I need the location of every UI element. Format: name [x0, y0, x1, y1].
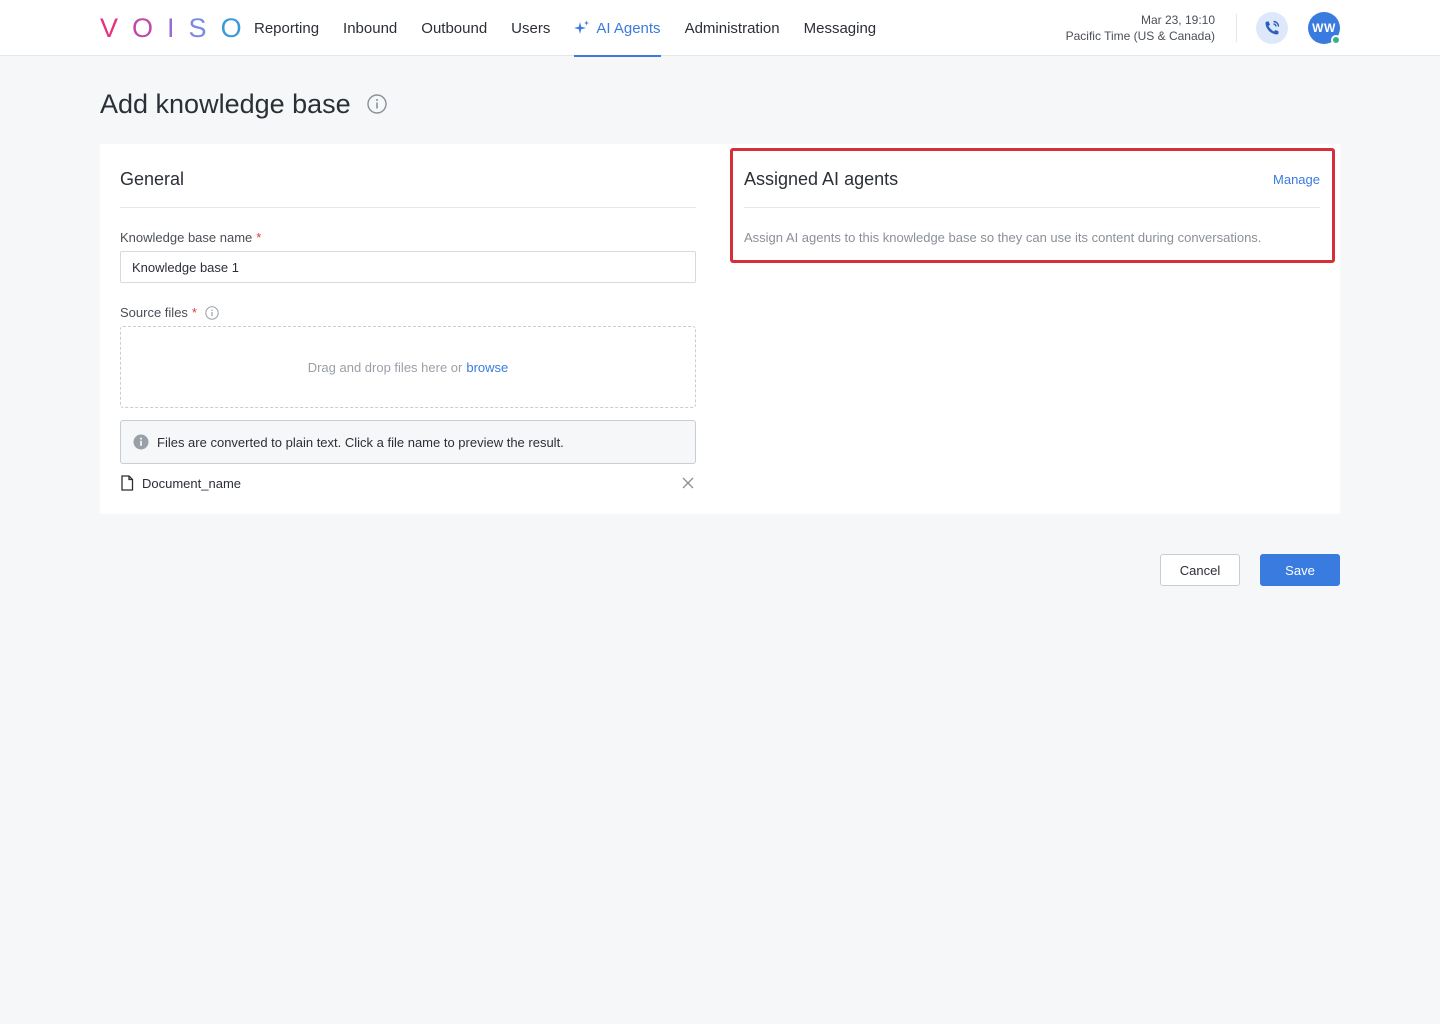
logo-letter: V — [100, 12, 133, 43]
info-filled-icon — [133, 434, 149, 450]
file-name-link[interactable]: Document_name — [120, 475, 241, 491]
required-marker: * — [256, 230, 262, 245]
date-time-display: Mar 23, 19:10 Pacific Time (US & Canada) — [1066, 12, 1215, 44]
assigned-description: Assign AI agents to this knowledge base … — [744, 230, 1262, 245]
nav-item-ai-agents[interactable]: AI Agents — [574, 0, 661, 57]
knowledge-base-name-input[interactable] — [120, 251, 696, 283]
online-status-dot — [1331, 35, 1341, 45]
required-marker: * — [191, 305, 197, 320]
phone-icon — [1263, 19, 1281, 37]
document-icon — [120, 475, 134, 491]
assigned-ai-agents-section: Assigned AI agents Manage Assign AI agen… — [744, 144, 1320, 245]
remove-file-button[interactable] — [682, 477, 694, 489]
conversion-notice: Files are converted to plain text. Click… — [120, 420, 696, 464]
info-icon[interactable] — [205, 305, 219, 320]
save-button[interactable]: Save — [1260, 554, 1340, 586]
field-label-text: Knowledge base name — [120, 230, 253, 245]
timezone-label: Pacific Time (US & Canada) — [1065, 29, 1215, 43]
file-dropzone[interactable]: Drag and drop files here or browse — [120, 326, 696, 408]
general-section-header: General — [120, 144, 696, 208]
notice-text: Files are converted to plain text. Click… — [157, 434, 564, 450]
page-header: Add knowledge base — [100, 86, 387, 122]
nav-item-label: AI Agents — [596, 19, 661, 37]
logo-letter: O — [132, 12, 168, 43]
nav-item-reporting[interactable]: Reporting — [254, 0, 319, 56]
nav-item-outbound[interactable]: Outbound — [421, 0, 487, 56]
nav-item-administration[interactable]: Administration — [685, 0, 780, 56]
nav-item-inbound[interactable]: Inbound — [343, 0, 397, 56]
nav-item-label: Reporting — [254, 19, 320, 37]
page-title: Add knowledge base — [100, 88, 351, 119]
general-section: General Knowledge base name * Source fil… — [120, 144, 696, 492]
knowledge-base-form-card: General Knowledge base name * Source fil… — [100, 144, 1340, 514]
nav-item-label: Users — [511, 19, 551, 37]
section-title: General — [120, 169, 185, 189]
main-nav: Reporting Inbound Outbound Users AI Agen… — [254, 0, 900, 57]
nav-item-label: Inbound — [343, 19, 398, 37]
browse-link[interactable]: browse — [466, 360, 508, 375]
source-files-label: Source files * — [120, 305, 696, 320]
current-date: Mar 23, 19:10 — [1140, 13, 1215, 27]
logo-letter: O — [220, 12, 242, 43]
knowledge-base-name-label: Knowledge base name * — [120, 230, 696, 245]
file-list-item: Document_name — [120, 474, 696, 492]
softphone-button[interactable] — [1256, 12, 1288, 44]
avatar-initials: WW — [1312, 21, 1336, 35]
nav-item-messaging[interactable]: Messaging — [804, 0, 877, 56]
nav-item-label: Outbound — [421, 19, 488, 37]
top-navigation-bar: V O I S O Reporting Inbound Outbound Use… — [0, 0, 1440, 57]
info-icon[interactable] — [366, 94, 387, 114]
assigned-section-header: Assigned AI agents Manage — [744, 144, 1320, 208]
sparkle-icon — [574, 20, 590, 36]
close-icon — [682, 477, 694, 489]
dropzone-text: Drag and drop files here or — [307, 359, 463, 375]
field-label-text: Source files — [120, 305, 188, 320]
cancel-button[interactable]: Cancel — [1160, 554, 1240, 586]
section-title: Assigned AI agents — [744, 169, 899, 189]
manage-link[interactable]: Manage — [1273, 172, 1320, 187]
logo-letter: I — [167, 12, 189, 43]
nav-item-users[interactable]: Users — [511, 0, 550, 56]
nav-item-label: Administration — [684, 19, 780, 37]
file-name: Document_name — [142, 475, 241, 491]
logo-letter: S — [188, 12, 221, 43]
header-divider — [1236, 14, 1237, 42]
nav-item-label: Messaging — [803, 19, 877, 37]
voiso-logo[interactable]: V O I S O — [100, 12, 242, 43]
